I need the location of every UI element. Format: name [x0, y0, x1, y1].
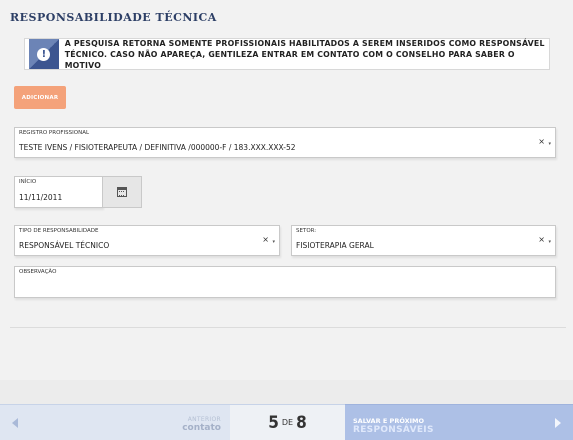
divider — [10, 327, 566, 328]
inicio-value: 11/11/2011 — [19, 193, 63, 202]
previous-label: ANTERIOR — [187, 416, 221, 423]
chevron-down-icon[interactable]: ▾ — [548, 141, 551, 147]
step-total: 8 — [296, 412, 307, 433]
next-step-name: RESPONSÁVEIS — [353, 425, 434, 435]
alert-line-2: TÉCNICO. CASO NÃO APAREÇA, GENTILEZA ENT… — [64, 49, 515, 70]
registro-profissional-select[interactable]: REGISTRO PROFISSIONAL TESTE IVENS / FISI… — [14, 127, 556, 158]
chevron-down-icon[interactable]: ▾ — [548, 239, 551, 245]
observacao-textarea[interactable]: OBSERVAÇÃO — [14, 266, 556, 298]
step-of: DE — [281, 418, 294, 427]
wizard-nav: ANTERIOR contato 5 DE 8 SALVAR E PRÓXIMO… — [0, 404, 573, 440]
tipo-responsabilidade-select[interactable]: TIPO DE RESPONSABILIDADE RESPONSÁVEL TÉC… — [14, 225, 280, 256]
chevron-down-icon[interactable]: ▾ — [272, 239, 275, 245]
arrow-right-icon — [555, 418, 561, 428]
clear-icon[interactable]: × — [538, 137, 545, 146]
setor-label: SETOR: — [296, 228, 317, 234]
inicio-label: INÍCIO — [19, 179, 37, 185]
info-alert: ! A PESQUISA RETORNA SOMENTE PROFISSIONA… — [24, 38, 550, 70]
clear-icon[interactable]: × — [262, 235, 269, 244]
setor-select[interactable]: SETOR: FISIOTERAPIA GERAL × ▾ — [291, 225, 556, 256]
save-next-label: SALVAR E PRÓXIMO — [353, 417, 425, 425]
alert-line-1: A PESQUISA RETORNA SOMENTE PROFISSIONAIS… — [64, 38, 545, 48]
footer-band — [0, 380, 573, 404]
clear-icon[interactable]: × — [538, 235, 545, 244]
exclamation-circle-icon: ! — [29, 39, 59, 69]
alert-message: A PESQUISA RETORNA SOMENTE PROFISSIONAIS… — [65, 38, 549, 71]
calendar-icon — [117, 187, 127, 197]
step-indicator: 5 DE 8 — [230, 404, 345, 440]
previous-button[interactable]: ANTERIOR contato — [0, 404, 230, 440]
registro-profissional-value: TESTE IVENS / FISIOTERAPEUTA / DEFINITIV… — [19, 143, 296, 152]
setor-value: FISIOTERAPIA GERAL — [296, 241, 374, 250]
previous-step-name: contato — [182, 423, 221, 433]
save-next-button[interactable]: SALVAR E PRÓXIMO RESPONSÁVEIS — [345, 404, 573, 440]
registro-profissional-label: REGISTRO PROFISSIONAL — [19, 130, 90, 136]
arrow-left-icon — [12, 418, 18, 428]
tipo-responsabilidade-value: RESPONSÁVEL TÉCNICO — [19, 241, 110, 250]
step-current: 5 — [268, 412, 279, 433]
tipo-responsabilidade-label: TIPO DE RESPONSABILIDADE — [19, 228, 99, 234]
page-title: RESPONSABILIDADE TÉCNICA — [10, 11, 217, 24]
calendar-button[interactable] — [102, 176, 142, 208]
observacao-label: OBSERVAÇÃO — [19, 269, 57, 275]
add-button[interactable]: ADICIONAR — [14, 86, 66, 109]
inicio-date-field[interactable]: INÍCIO 11/11/2011 — [14, 176, 103, 208]
